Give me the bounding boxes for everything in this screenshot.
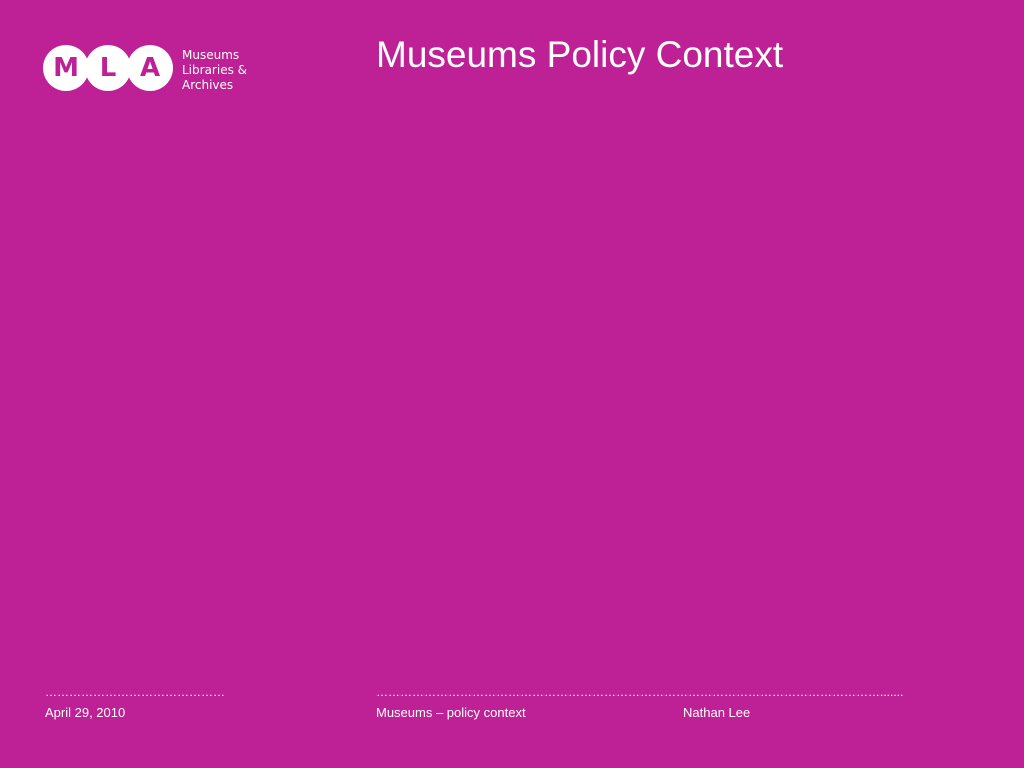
footer-divider-right: ……………………………………………………………………………………………………………	[376, 685, 904, 699]
logo-text-line-3: Archives	[182, 78, 234, 92]
slide: M L A Museums Libraries & Archives Museu…	[0, 0, 1024, 768]
footer-date: April 29, 2010	[45, 705, 126, 720]
slide-title: Museums Policy Context	[376, 34, 784, 75]
logo-letter-l: L	[85, 45, 131, 91]
logo-letter-a: A	[127, 45, 173, 91]
mla-logo: M L A Museums Libraries & Archives	[43, 44, 263, 96]
logo-letter-m: M	[43, 45, 89, 91]
logo-wordmark: Museums Libraries & Archives	[182, 48, 272, 93]
logo-text-line-2: Libraries &	[182, 63, 247, 77]
footer-author: Nathan Lee	[683, 705, 751, 720]
footer-divider-left: ………………………………………	[45, 685, 225, 699]
footer-topic: Museums – policy context	[376, 705, 526, 720]
logo-text-line-1: Museums	[182, 48, 240, 62]
